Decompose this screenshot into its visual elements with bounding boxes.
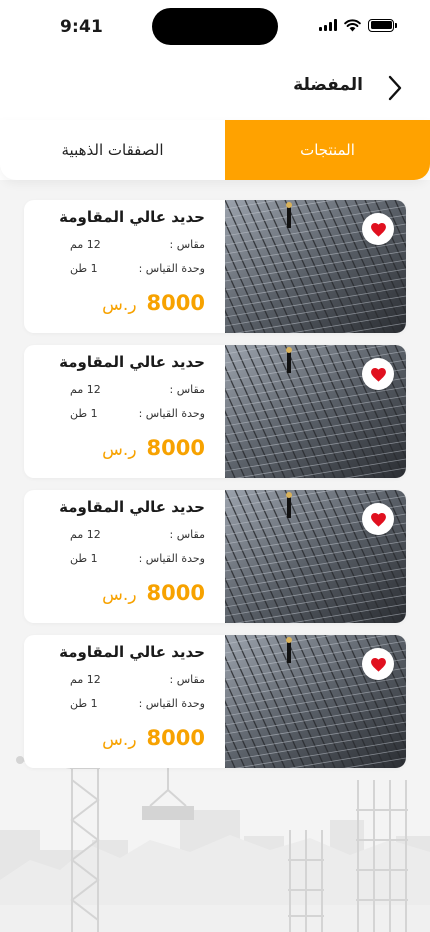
unit-value: 1 طن [70,407,98,420]
heart-icon [370,367,386,382]
size-label: مقاس : [169,673,205,686]
favorite-button[interactable] [362,503,394,535]
size-value: 12 مم [70,238,101,251]
product-card[interactable]: حديد عالي المقاومة مقاس : 12 مم وحدة الق… [24,490,406,623]
size-value: 12 مم [70,528,101,541]
price-value: 8000 [146,291,205,315]
price-value: 8000 [146,581,205,605]
unit-label: وحدة القياس : [138,697,205,710]
heart-icon [370,512,386,527]
favorite-button[interactable] [362,358,394,390]
product-info: حديد عالي المقاومة مقاس : 12 مم وحدة الق… [24,200,225,333]
status-time: 9:41 [60,17,104,37]
header: المفضلة [0,66,430,110]
unit-row: وحدة القياس : 1 طن [70,407,205,420]
wifi-icon [344,18,361,31]
heart-icon [370,657,386,672]
chevron-right-icon [388,75,402,101]
price-currency: ر.س [102,440,137,460]
price-currency: ر.س [102,295,137,315]
product-name: حديد عالي المقاومة [59,208,205,226]
product-card[interactable]: حديد عالي المقاومة مقاس : 12 مم وحدة الق… [24,635,406,768]
price: 8000 ر.س [102,436,205,460]
unit-value: 1 طن [70,697,98,710]
product-name: حديد عالي المقاومة [59,643,205,661]
unit-value: 1 طن [70,262,98,275]
price: 8000 ر.س [102,726,205,750]
dynamic-island [152,8,278,45]
status-bar: 9:41 [0,0,430,54]
tab-golden-deals[interactable]: الصفقات الذهبية [0,120,225,180]
unit-row: وحدة القياس : 1 طن [70,262,205,275]
price: 8000 ر.س [102,581,205,605]
product-name: حديد عالي المقاومة [59,498,205,516]
price-value: 8000 [146,726,205,750]
product-card[interactable]: حديد عالي المقاومة مقاس : 12 مم وحدة الق… [24,345,406,478]
size-row: مقاس : 12 مم [70,528,205,541]
size-row: مقاس : 12 مم [70,238,205,251]
unit-row: وحدة القياس : 1 طن [70,697,205,710]
size-row: مقاس : 12 مم [70,673,205,686]
product-name: حديد عالي المقاومة [59,353,205,371]
page-title: المفضلة [293,75,363,95]
unit-label: وحدة القياس : [138,262,205,275]
unit-value: 1 طن [70,552,98,565]
unit-label: وحدة القياس : [138,552,205,565]
product-image [225,635,406,768]
size-value: 12 مم [70,383,101,396]
product-image [225,200,406,333]
product-image [225,490,406,623]
price: 8000 ر.س [102,291,205,315]
size-label: مقاس : [169,528,205,541]
size-row: مقاس : 12 مم [70,383,205,396]
size-label: مقاس : [169,383,205,396]
unit-label: وحدة القياس : [138,407,205,420]
back-button[interactable] [382,73,408,103]
battery-icon [368,18,397,32]
favorite-button[interactable] [362,213,394,245]
tab-products[interactable]: المنتجات [225,120,430,180]
favorite-button[interactable] [362,648,394,680]
size-label: مقاس : [169,238,205,251]
price-value: 8000 [146,436,205,460]
heart-icon [370,222,386,237]
cellular-signal-icon [319,19,337,31]
unit-row: وحدة القياس : 1 طن [70,552,205,565]
price-currency: ر.س [102,730,137,750]
product-image [225,345,406,478]
construction-skyline-illustration [0,756,430,932]
status-icons [319,18,397,32]
tab-bar: المنتجات الصفقات الذهبية [0,120,430,180]
size-value: 12 مم [70,673,101,686]
product-info: حديد عالي المقاومة مقاس : 12 مم وحدة الق… [24,490,225,623]
product-info: حديد عالي المقاومة مقاس : 12 مم وحدة الق… [24,635,225,768]
price-currency: ر.س [102,585,137,605]
product-info: حديد عالي المقاومة مقاس : 12 مم وحدة الق… [24,345,225,478]
product-card[interactable]: حديد عالي المقاومة مقاس : 12 مم وحدة الق… [24,200,406,333]
